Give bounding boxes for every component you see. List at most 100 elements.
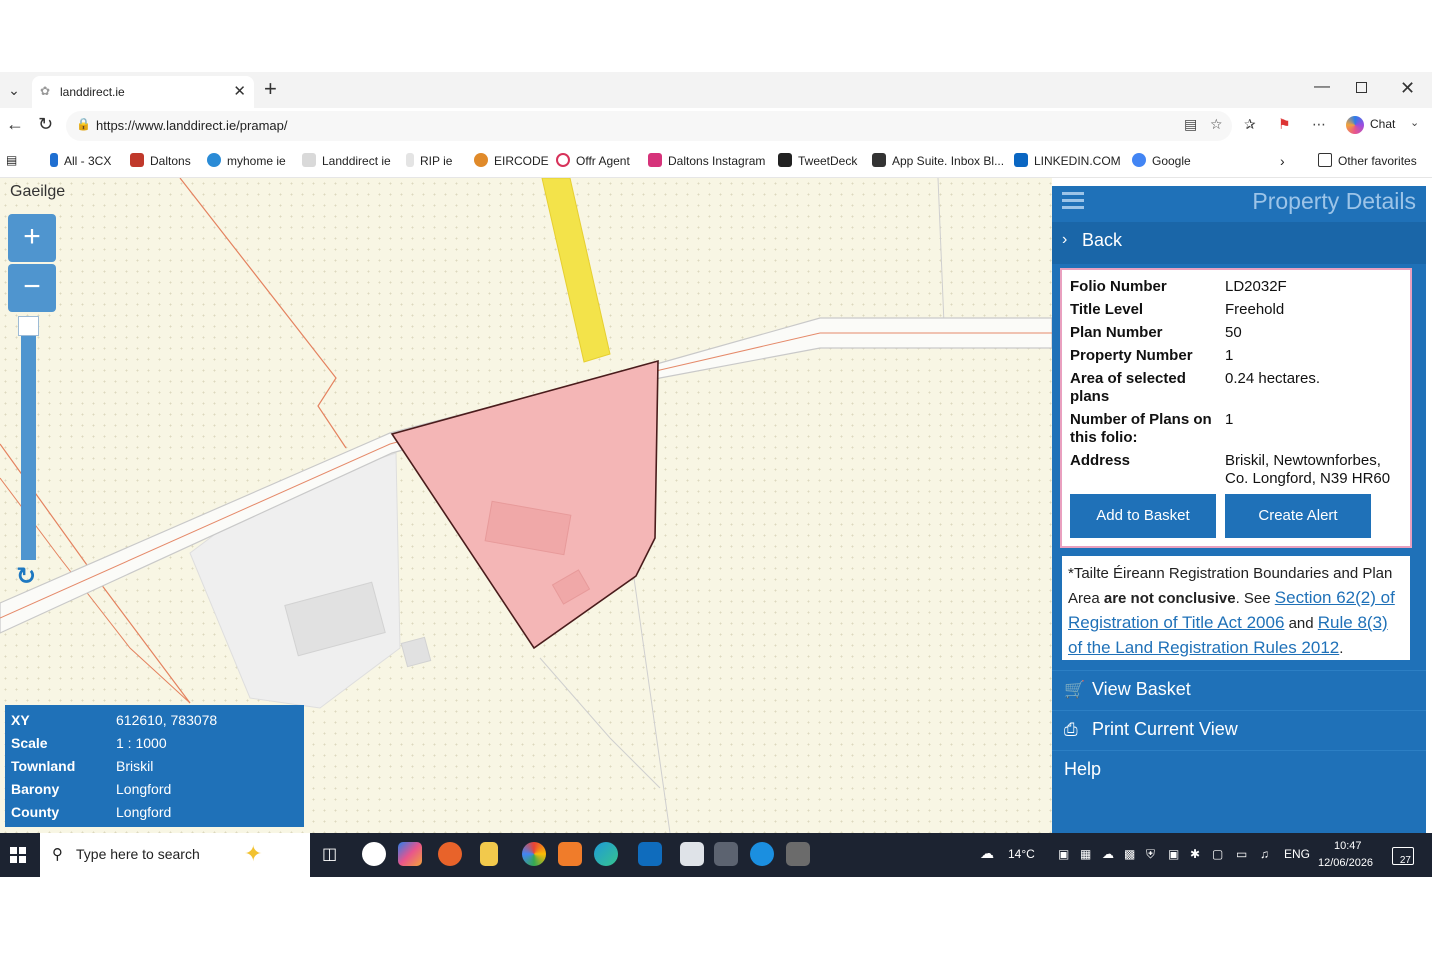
- tray-app-icon[interactable]: ▣: [1058, 847, 1069, 861]
- tab-strip: ⌄ ✿ landdirect.ie ✕ + — ✕: [0, 72, 1432, 108]
- file-explorer-icon[interactable]: [480, 842, 498, 866]
- detail-key: Folio Number: [1070, 278, 1167, 295]
- notification-center-icon[interactable]: 27: [1392, 847, 1414, 866]
- search-placeholder: Type here to search: [76, 846, 200, 862]
- cart-icon: 🛒: [1064, 680, 1086, 699]
- favorites-overflow-chevron-icon[interactable]: ›: [1280, 153, 1285, 169]
- zoom-slider-track[interactable]: [21, 318, 36, 560]
- refresh-icon[interactable]: ↻: [16, 562, 36, 591]
- lock-icon[interactable]: 🔒: [76, 117, 91, 131]
- favorite-item[interactable]: Daltons: [130, 153, 191, 168]
- favorite-label: LINKEDIN.COM: [1034, 154, 1121, 168]
- registration-notice: *Tailte Éireann Registration Boundaries …: [1060, 554, 1412, 662]
- cloud-icon[interactable]: ☁: [1102, 847, 1114, 861]
- weather-temp[interactable]: 14°C: [1008, 847, 1035, 861]
- boundary-line: [179, 178, 347, 449]
- chat-button[interactable]: Chat: [1370, 117, 1395, 131]
- close-tab-icon[interactable]: ✕: [233, 82, 246, 100]
- extension-flag-icon[interactable]: ⚑: [1278, 116, 1291, 133]
- display-icon[interactable]: ▩: [1124, 847, 1135, 861]
- firefox-icon[interactable]: [438, 842, 462, 866]
- view-basket-link[interactable]: 🛒 View Basket: [1052, 670, 1426, 710]
- detail-key: Plan Number: [1070, 324, 1163, 341]
- zoom-out-button[interactable]: −: [8, 264, 56, 312]
- print-view-link[interactable]: ⎙ Print Current View: [1052, 710, 1426, 750]
- zoom-in-button[interactable]: +: [8, 214, 56, 262]
- favorite-item[interactable]: Landdirect ie: [302, 153, 391, 168]
- minimize-icon[interactable]: —: [1314, 78, 1330, 96]
- zoom-slider-handle[interactable]: [18, 316, 39, 336]
- outlook-icon[interactable]: [638, 842, 662, 866]
- info-key: County: [11, 804, 60, 820]
- favorite-item[interactable]: EIRCODE: [474, 153, 549, 168]
- calculator-icon[interactable]: [680, 842, 704, 866]
- security-icon[interactable]: ⛨: [1146, 847, 1155, 862]
- help-link[interactable]: Help: [1052, 750, 1426, 790]
- back-arrow-icon[interactable]: ←: [6, 114, 24, 135]
- network-icon[interactable]: ▣: [1168, 847, 1179, 861]
- other-favorites[interactable]: Other favorites: [1318, 153, 1417, 168]
- panel-title: Property Details: [1252, 188, 1416, 214]
- notice-bold-text: are not conclusive: [1103, 590, 1236, 607]
- favorite-item[interactable]: All - 3CX: [50, 153, 111, 168]
- app-circle-icon[interactable]: [750, 842, 774, 866]
- copilot-app-icon[interactable]: [398, 842, 422, 866]
- taskbar-search[interactable]: ⚲ Type here to search ✦: [40, 833, 310, 877]
- favorite-item[interactable]: Google: [1132, 153, 1191, 168]
- add-to-basket-button[interactable]: Add to Basket: [1070, 494, 1216, 538]
- url-text[interactable]: https://www.landdirect.ie/pramap/: [96, 118, 287, 133]
- clock-time[interactable]: 10:47: [1334, 840, 1362, 852]
- reader-view-icon[interactable]: ▤: [1184, 116, 1197, 133]
- copilot-icon[interactable]: [1346, 116, 1364, 134]
- reload-icon[interactable]: ↻: [38, 114, 53, 135]
- store-icon[interactable]: [714, 842, 738, 866]
- create-alert-button[interactable]: Create Alert: [1225, 494, 1371, 538]
- windows-taskbar: ⚲ Type here to search ✦ ◫ ☁ 14°C ▣ ▦ ☁ ▩…: [0, 833, 1432, 877]
- tab-landdirect[interactable]: ✿ landdirect.ie ✕: [32, 76, 254, 108]
- window-close-icon[interactable]: ✕: [1400, 78, 1415, 99]
- back-label: Back: [1082, 230, 1123, 250]
- favorite-item[interactable]: RIP ie: [406, 153, 452, 168]
- volume-icon[interactable]: ♫: [1260, 847, 1269, 861]
- address-bar[interactable]: 🔒 https://www.landdirect.ie/pramap/: [66, 111, 1232, 141]
- favorite-item[interactable]: TweetDeck: [778, 153, 857, 168]
- chrome-icon[interactable]: [522, 842, 546, 866]
- tab-actions-chevron-icon[interactable]: ⌄: [4, 80, 24, 100]
- more-options-icon[interactable]: ⋯: [1312, 116, 1326, 133]
- info-value: Longford: [116, 804, 172, 820]
- favorite-item[interactable]: Offr Agent: [556, 153, 630, 168]
- restore-window-icon[interactable]: [1356, 82, 1367, 93]
- windows-start-icon[interactable]: [10, 847, 26, 863]
- new-tab-plus-icon[interactable]: +: [264, 76, 277, 102]
- hamburger-menu-icon[interactable]: [1062, 192, 1084, 210]
- map-canvas[interactable]: Gaeilge + − ↻ XY 612610, 783078 Scale 1 : …: [0, 178, 1052, 833]
- google-app-icon[interactable]: [362, 842, 386, 866]
- language-toggle[interactable]: Gaeilge: [10, 183, 65, 201]
- bluetooth-icon[interactable]: ✱: [1190, 847, 1200, 861]
- favorite-item[interactable]: myhome ie: [207, 153, 286, 168]
- edge-icon[interactable]: [594, 842, 618, 866]
- battery-icon[interactable]: ▭: [1236, 847, 1247, 861]
- favorite-star-icon[interactable]: ☆: [1210, 116, 1223, 133]
- app-square-icon[interactable]: [786, 842, 810, 866]
- back-link[interactable]: › Back: [1052, 222, 1426, 264]
- favorite-item[interactable]: LINKEDIN.COM: [1014, 153, 1121, 168]
- info-value: 1 : 1000: [116, 735, 167, 751]
- favorite-item[interactable]: Daltons Instagram: [648, 153, 765, 168]
- favorite-item[interactable]: App Suite. Inbox Bl...: [872, 153, 1004, 168]
- favorites-list-icon[interactable]: ✰: [1244, 116, 1256, 133]
- usb-icon[interactable]: ▢: [1212, 847, 1223, 861]
- onenote-icon[interactable]: ▦: [1080, 847, 1091, 861]
- screenshot-frame: ⌄ ✿ landdirect.ie ✕ + — ✕ ← ↻ 🔒 https://…: [0, 72, 1432, 877]
- info-row: County Longford: [11, 804, 298, 827]
- weather-icon[interactable]: ☁: [980, 845, 994, 862]
- rip-icon: [406, 153, 414, 167]
- task-view-icon[interactable]: ◫: [322, 844, 337, 864]
- reading-list-icon[interactable]: ▤: [6, 153, 17, 167]
- chat-chevron-icon[interactable]: ⌄: [1410, 116, 1419, 129]
- language-indicator[interactable]: ENG: [1284, 847, 1310, 861]
- clock-date[interactable]: 12/06/2026: [1318, 857, 1373, 869]
- 3cx-icon: [50, 153, 58, 167]
- home-app-icon[interactable]: [558, 842, 582, 866]
- search-icon: ⚲: [52, 846, 63, 863]
